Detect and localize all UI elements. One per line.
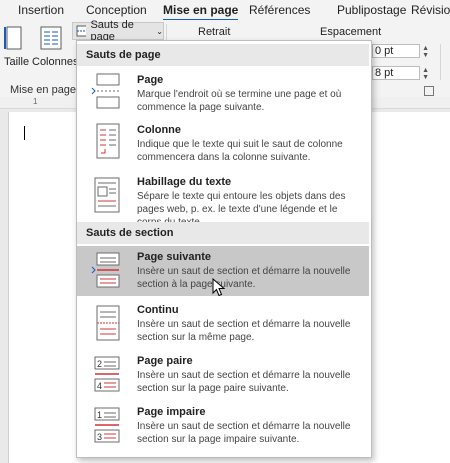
menu-item-odd-page[interactable]: 1 3 Page impaire Insère un saut de secti… [77, 401, 369, 453]
size-label: Taille [4, 56, 30, 68]
menu-item-even-page[interactable]: 2 4 Page paire Insère un saut de section… [77, 350, 369, 402]
spinner-arrows-icon[interactable]: ▲ ▼ [422, 45, 429, 59]
section-header-page-breaks: Sauts de page [77, 44, 369, 66]
menu-item-title: Page paire [137, 355, 193, 367]
ruler-mark: 1 [33, 97, 38, 106]
menu-item-description: Insère un saut de section et démarre la … [137, 319, 351, 343]
menu-item-continuous[interactable]: Continu Insère un saut de section et dém… [77, 299, 369, 349]
menu-item-title: Page impaire [137, 406, 206, 418]
tab-publipostage[interactable]: Publipostage [337, 3, 406, 17]
text-cursor [24, 126, 25, 140]
columns-button[interactable]: Colonnes [30, 24, 78, 82]
menu-item-description: Indique que le texte qui suit le saut de… [137, 139, 343, 163]
spacing-before-value: 0 pt [375, 45, 394, 57]
svg-text:4: 4 [97, 381, 102, 391]
chevron-down-icon: ⌄ [156, 26, 163, 36]
columns-label: Colonnes [32, 56, 79, 68]
page-break-icon [91, 73, 120, 109]
spinner-arrows-icon[interactable]: ▲ ▼ [422, 67, 429, 81]
spacing-before-input[interactable]: 0 pt ▲ ▼ [372, 44, 429, 59]
size-button[interactable]: Taille [2, 24, 30, 82]
menu-item-title: Continu [137, 304, 179, 316]
menu-item-title: Page [137, 74, 164, 86]
continuous-section-icon [96, 305, 120, 341]
dialog-launcher-icon[interactable] [424, 86, 434, 96]
columns-icon [40, 26, 62, 50]
tab-insertion[interactable]: Insertion [18, 3, 64, 17]
group-label-page-setup: Mise en page [10, 84, 77, 96]
spacing-after-value: 8 pt [375, 67, 394, 79]
indent-label: Retrait [198, 26, 231, 38]
breaks-dropdown-menu: Sauts de page Page Marque l'endroit où s… [76, 40, 372, 458]
svg-text:1: 1 [97, 410, 102, 420]
spacing-label: Espacement [320, 26, 382, 38]
tab-references[interactable]: Références [249, 3, 310, 17]
svg-text:3: 3 [97, 432, 102, 442]
breaks-button[interactable]: Sauts de page ⌄ [72, 19, 164, 43]
next-page-section-icon [91, 252, 120, 288]
even-page-section-icon: 2 4 [94, 356, 120, 392]
section-header-section-breaks: Sauts de section [77, 222, 369, 244]
ribbon-separator [440, 44, 441, 80]
ribbon-tabs: Insertion Conception Mise en page Référe… [0, 0, 450, 21]
menu-item-description: Marque l'endroit où se termine une page … [137, 89, 342, 113]
mouse-pointer-icon [212, 278, 226, 297]
menu-item-description: Insère un saut de section et démarre la … [137, 421, 351, 445]
menu-item-description: Insère un saut de section et démarre la … [137, 266, 351, 290]
odd-page-section-icon: 1 3 [94, 407, 120, 443]
page-size-icon [4, 26, 22, 50]
text-wrapping-icon [94, 177, 120, 213]
menu-item-text-wrapping[interactable]: Habillage du texte Sépare le texte qui e… [77, 171, 369, 228]
spacing-after-input[interactable]: 8 pt ▲ ▼ [372, 66, 429, 81]
svg-text:2: 2 [97, 359, 102, 369]
tab-mise-en-page[interactable]: Mise en page [163, 3, 239, 21]
column-break-icon [96, 123, 120, 159]
menu-item-column[interactable]: Colonne Indique que le texte qui suit le… [77, 119, 369, 167]
tab-conception[interactable]: Conception [86, 3, 147, 17]
menu-item-description: Insère un saut de section et démarre la … [137, 370, 351, 394]
menu-item-page[interactable]: Page Marque l'endroit où se termine une … [77, 69, 369, 117]
breaks-icon [76, 25, 87, 37]
menu-item-title: Habillage du texte [137, 176, 232, 188]
tab-revision[interactable]: Révision [411, 3, 450, 17]
menu-item-title: Page suivante [137, 251, 211, 263]
menu-item-title: Colonne [137, 124, 181, 136]
